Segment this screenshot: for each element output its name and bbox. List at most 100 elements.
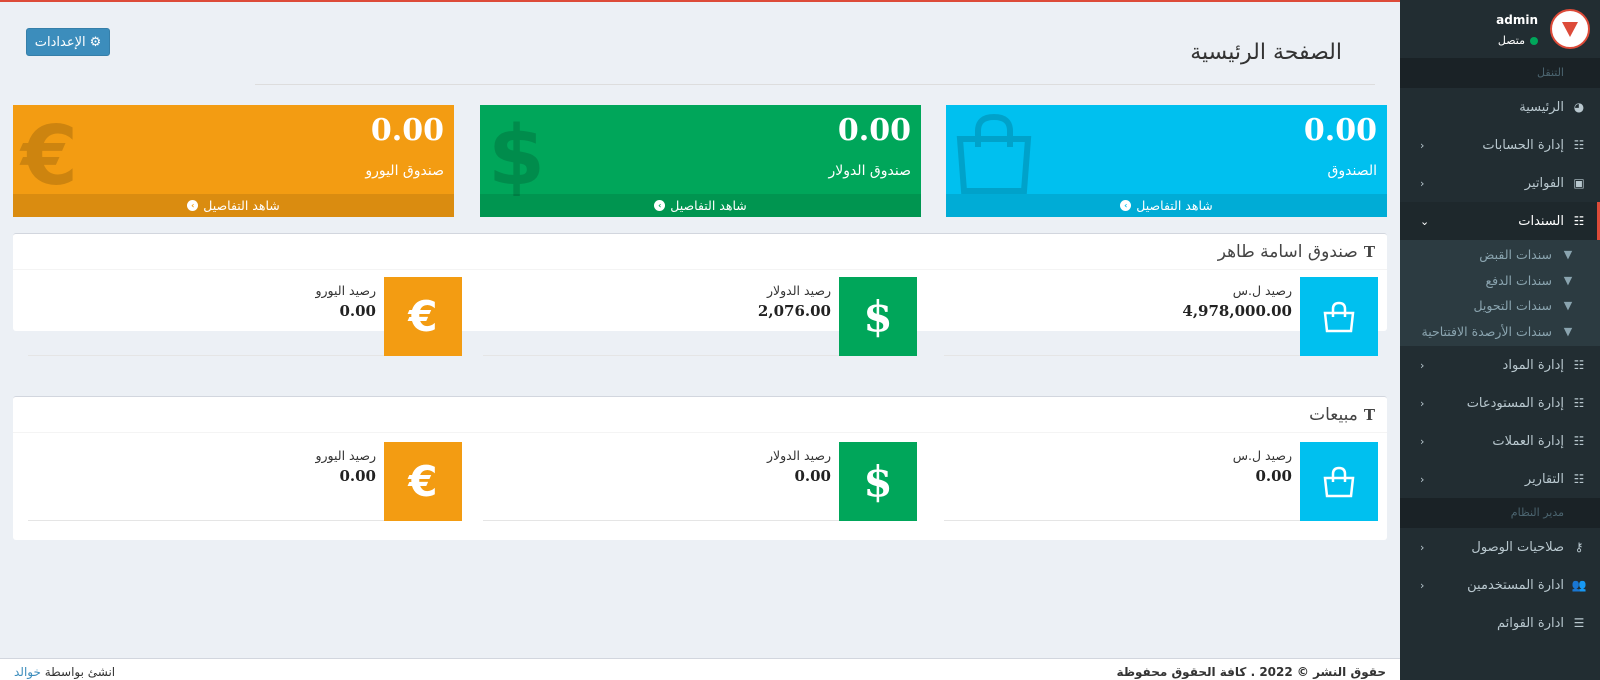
kpi-euro-label: صندوق اليورو — [365, 163, 444, 179]
sidebar-item-label: ادارة المستخدمين — [1467, 577, 1564, 593]
online-dot-icon — [1530, 36, 1538, 45]
info-box-syp: رصيد ل.س 4,978,000.00 — [944, 277, 1378, 356]
table-icon: ☷ — [1573, 396, 1585, 410]
sidebar-item-users[interactable]: 👥 ادارة المستخدمين ‹ — [1400, 566, 1600, 604]
sidebar-subitem-payment[interactable]: ▼ سندات الدفع — [1400, 268, 1600, 294]
box-title: صندوق اسامة طاهر — [1217, 241, 1358, 262]
sales-balances-box: T مبيعات رصيد ل.س 0.00 $ رصيد الدولار 0.… — [13, 396, 1387, 540]
credit-text: انشئ بواسطة خوالد — [14, 665, 115, 679]
info-label: رصيد اليورو — [315, 283, 376, 298]
kpi-fund-label: الصندوق — [1327, 163, 1378, 179]
kpi-dollar-value: 0.00 — [837, 113, 911, 148]
table-icon: ☷ — [1573, 138, 1585, 152]
info-value: 0.00 — [339, 467, 376, 485]
money-icon: ▣ — [1573, 176, 1585, 190]
sidebar-item-invoices[interactable]: ▣ الفواتير ‹ — [1400, 164, 1600, 202]
sidebar-subitem-receipt[interactable]: ▼ سندات القبض — [1400, 242, 1600, 268]
sidebar-submenu-vouchers: ▼ سندات القبض ▼ سندات الدفع ▼ سندات التح… — [1400, 240, 1600, 346]
chevron-left-icon: ‹ — [1420, 434, 1425, 448]
settings-button[interactable]: ⚙ الإعدادات — [26, 28, 110, 56]
sidebar-item-warehouses[interactable]: ☷ إدارة المستودعات ‹ — [1400, 384, 1600, 422]
info-value: 2,076.00 — [757, 302, 831, 320]
info-label: رصيد ل.س — [1232, 448, 1292, 463]
euro-icon: € — [384, 277, 462, 356]
info-label: رصيد اليورو — [315, 448, 376, 463]
sidebar-item-label: التقارير — [1524, 471, 1564, 487]
sidebar-item-label: إدارة المواد — [1502, 357, 1564, 373]
sidebar-item-label: صلاحيات الوصول — [1471, 539, 1564, 555]
details-link-label: شاهد التفاصيل — [203, 198, 280, 213]
chevron-left-icon: ‹ — [1420, 472, 1425, 486]
fund-balances-box: T صندوق اسامة طاهر رصيد ل.س 4,978,000.00… — [13, 233, 1387, 356]
filter-icon: ▼ — [1563, 248, 1573, 262]
kpi-dollar-label: صندوق الدولار — [828, 163, 911, 179]
sidebar-subitem-opening[interactable]: ▼ سندات الأرصدة الافتتاحية — [1400, 319, 1600, 345]
sidebar-item-access[interactable]: ⚷ صلاحيات الوصول ‹ — [1400, 528, 1600, 566]
info-box-syp: رصيد ل.س 0.00 — [944, 442, 1378, 521]
kpi-dollar-fund: 0.00 صندوق الدولار $ شاهد التفاصيل › — [480, 105, 921, 217]
sidebar-item-vouchers[interactable]: ☷ السندات ⌄ — [1400, 202, 1600, 240]
kpi-dollar-details-link[interactable]: شاهد التفاصيل › — [480, 194, 921, 217]
user-panel: admin متصل — [1400, 0, 1600, 58]
sidebar-item-label: الرئيسية — [1519, 99, 1564, 115]
gear-icon: ⚙ — [89, 34, 102, 50]
user-status: متصل — [1498, 34, 1538, 47]
details-link-label: شاهد التفاصيل — [1136, 198, 1213, 213]
info-label: رصيد الدولار — [766, 283, 831, 298]
kpi-euro-details-link[interactable]: شاهد التفاصيل › — [13, 194, 454, 217]
text-height-icon: T — [1363, 405, 1375, 424]
arrow-circle-icon: › — [654, 200, 666, 211]
filter-icon: ▼ — [1563, 299, 1573, 313]
sidebar-item-accounts[interactable]: ☷ إدارة الحسابات ‹ — [1400, 126, 1600, 164]
shopping-bag-icon — [1300, 442, 1378, 521]
sidebar-item-currencies[interactable]: ☷ إدارة العملات ‹ — [1400, 422, 1600, 460]
sidebar-subitem-label: سندات الأرصدة الافتتاحية — [1421, 323, 1553, 339]
info-label: رصيد ل.س — [1232, 283, 1292, 298]
sidebar-item-label: ادارة القوائم — [1497, 615, 1564, 631]
sidebar-item-lists[interactable]: ☰ ادارة القوائم — [1400, 604, 1600, 642]
users-icon: 👥 — [1571, 578, 1587, 592]
sidebar-item-home[interactable]: ◕ الرئيسية — [1400, 88, 1600, 126]
sidebar-item-materials[interactable]: ☷ إدارة المواد ‹ — [1400, 346, 1600, 384]
euro-icon: € — [21, 109, 79, 204]
sidebar-menu: ◕ الرئيسية ☷ إدارة الحسابات ‹ ▣ الفواتير… — [1400, 88, 1600, 498]
table-icon: ☷ — [1573, 472, 1585, 486]
chevron-left-icon: ‹ — [1420, 396, 1425, 410]
info-box-usd: $ رصيد الدولار 0.00 — [483, 442, 917, 521]
kpi-euro-fund: 0.00 صندوق اليورو € شاهد التفاصيل › — [13, 105, 454, 217]
sidebar-header-navigation: التنقل — [1400, 58, 1600, 88]
sidebar-item-label: إدارة المستودعات — [1466, 395, 1564, 411]
table-icon: ☷ — [1573, 434, 1585, 448]
table-icon: ☷ — [1573, 358, 1585, 372]
sidebar-item-label: إدارة العملات — [1492, 433, 1564, 449]
credit-prefix: انشئ بواسطة — [44, 665, 116, 679]
chevron-down-icon: ⌄ — [1420, 214, 1430, 228]
info-value: 0.00 — [794, 467, 831, 485]
dollar-icon: $ — [839, 277, 917, 356]
filter-icon: ▼ — [1563, 273, 1573, 287]
chevron-left-icon: ‹ — [1420, 176, 1425, 190]
title-divider — [255, 84, 1375, 85]
top-accent-line — [0, 0, 1400, 2]
sidebar-item-label: السندات — [1518, 213, 1564, 229]
credit-link[interactable]: خوالد — [14, 665, 41, 679]
euro-icon: € — [384, 442, 462, 521]
box-header: T مبيعات — [13, 397, 1387, 433]
info-value: 0.00 — [339, 302, 376, 320]
dashboard-icon: ◕ — [1573, 100, 1585, 114]
arrow-circle-icon: › — [187, 200, 199, 211]
list-icon: ☰ — [1573, 616, 1585, 630]
shopping-bag-icon — [1300, 277, 1378, 356]
sidebar: admin متصل التنقل ◕ الرئيسية ☷ إدارة الح… — [1400, 0, 1600, 680]
avatar[interactable] — [1550, 9, 1590, 49]
kpi-fund-details-link[interactable]: شاهد التفاصيل › — [946, 194, 1387, 217]
user-name: admin — [1496, 13, 1538, 27]
dollar-icon: $ — [839, 442, 917, 521]
arrow-circle-icon: › — [1120, 200, 1132, 211]
chevron-left-icon: ‹ — [1420, 578, 1425, 592]
sidebar-subitem-label: سندات الدفع — [1485, 272, 1553, 288]
sidebar-subitem-transfer[interactable]: ▼ سندات التحويل — [1400, 293, 1600, 319]
info-box-eur: € رصيد اليورو 0.00 — [28, 442, 462, 521]
sidebar-item-reports[interactable]: ☷ التقارير ‹ — [1400, 460, 1600, 498]
key-icon: ⚷ — [1574, 540, 1584, 554]
